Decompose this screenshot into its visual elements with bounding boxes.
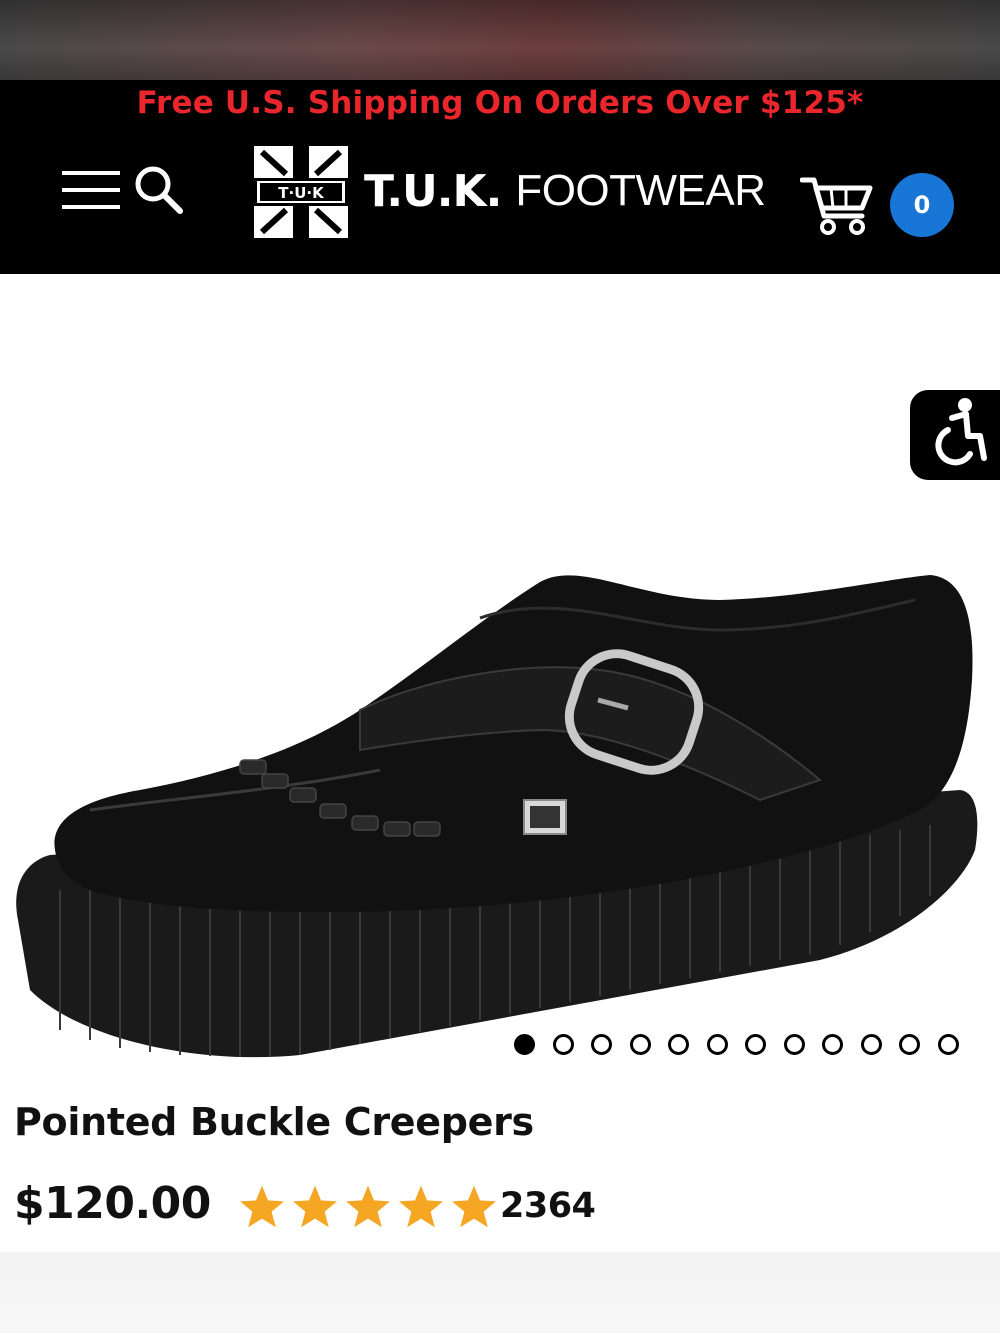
gallery-dot[interactable] — [668, 1034, 689, 1055]
product-image[interactable] — [0, 560, 1000, 1070]
star-icon — [240, 1185, 284, 1228]
gallery-dot[interactable] — [552, 1034, 574, 1055]
gallery-dot[interactable] — [860, 1034, 882, 1055]
gallery-dot[interactable] — [745, 1034, 766, 1055]
cart-icon[interactable] — [800, 174, 874, 236]
star-icon — [452, 1185, 496, 1228]
brand-name-bold: T.U.K. — [364, 165, 502, 217]
gallery-pagination — [514, 1034, 959, 1056]
gallery-dot[interactable] — [514, 1034, 535, 1055]
search-icon[interactable] — [132, 163, 184, 215]
gallery-dot[interactable] — [591, 1034, 612, 1055]
logo-mark-text: T·U·K — [278, 184, 325, 202]
gallery-dot[interactable] — [822, 1034, 843, 1055]
cart-count-badge[interactable]: 0 — [890, 173, 954, 237]
status-bar-area — [0, 0, 1000, 80]
brand-logo[interactable]: T·U·K T.U.K. FOOTWEAR — [254, 146, 766, 238]
brand-name-light: FOOTWEAR — [515, 166, 766, 215]
star-icon — [346, 1185, 390, 1228]
bottom-browser-bar — [0, 1252, 1000, 1333]
gallery-dot[interactable] — [629, 1034, 651, 1055]
star-icon — [293, 1185, 337, 1228]
product-title: Pointed Buckle Creepers — [14, 1100, 534, 1144]
product-price: $120.00 — [14, 1178, 211, 1229]
hamburger-menu-icon[interactable] — [62, 169, 120, 211]
accessibility-button[interactable] — [910, 390, 1000, 480]
gallery-dot[interactable] — [783, 1034, 805, 1055]
union-jack-logo-icon: T·U·K — [254, 146, 348, 238]
promo-banner[interactable]: Free U.S. Shipping On Orders Over $125* — [0, 80, 1000, 126]
gallery-dot[interactable] — [706, 1034, 728, 1055]
review-count[interactable]: 2364 — [500, 1186, 596, 1226]
star-icon — [399, 1185, 443, 1228]
gallery-dot[interactable] — [937, 1034, 959, 1055]
rating-stars[interactable] — [238, 1184, 498, 1230]
accessibility-icon — [935, 398, 987, 466]
gallery-dot[interactable] — [899, 1034, 920, 1055]
